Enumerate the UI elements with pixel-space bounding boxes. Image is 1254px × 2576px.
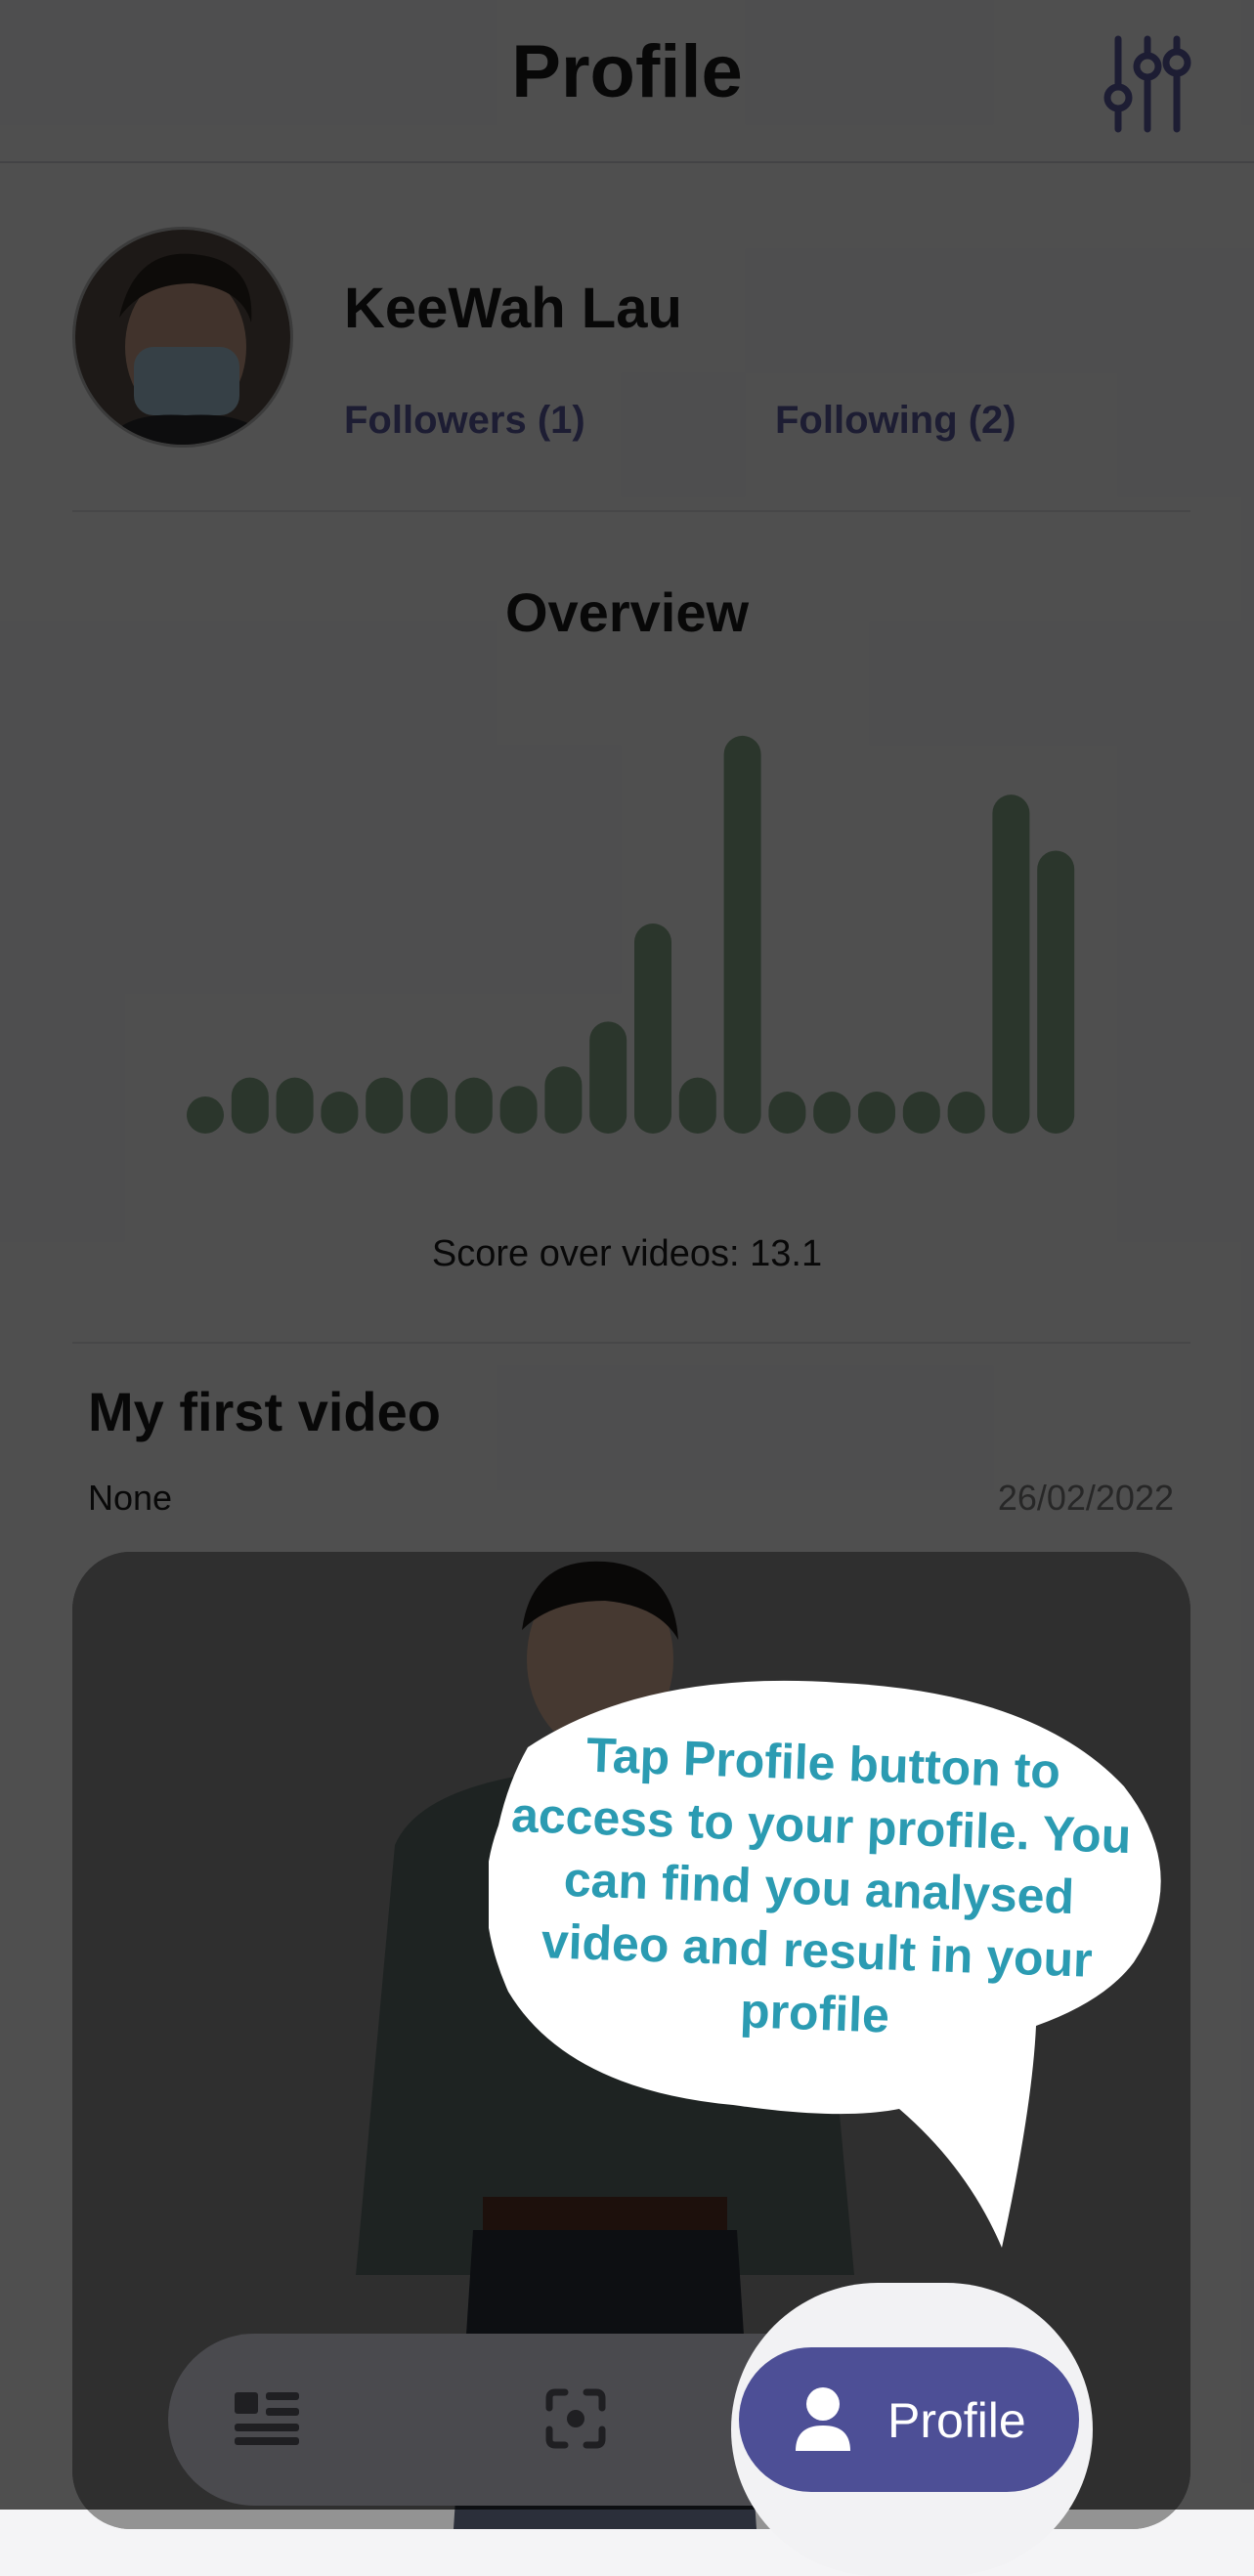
video-date: 26/02/2022 <box>997 1478 1174 1518</box>
page-title: Profile <box>511 30 743 113</box>
chart-bar <box>992 794 1030 1134</box>
overview-bar-chart <box>187 735 1075 1134</box>
tooltip-text: Tap Profile button to access to your pro… <box>510 1727 1133 2043</box>
video-title[interactable]: My first video <box>88 1380 441 1443</box>
chart-bar <box>813 1092 851 1134</box>
profile-tab-button[interactable]: Profile <box>739 2347 1079 2492</box>
sliders-icon[interactable] <box>1103 33 1192 135</box>
chart-bar <box>589 1021 627 1134</box>
chart-bar <box>678 1077 716 1134</box>
divider <box>72 1342 1190 1344</box>
user-name: KeeWah Lau <box>344 277 682 340</box>
profile-tab-label: Profile <box>887 2393 1026 2448</box>
feed-list-icon[interactable] <box>235 2390 299 2445</box>
chart-bar <box>768 1092 806 1134</box>
chart-bar <box>187 1096 224 1134</box>
chart-bar <box>276 1077 314 1134</box>
following-link[interactable]: Following (2) <box>775 399 1016 443</box>
followers-link[interactable]: Followers (1) <box>344 399 585 443</box>
chart-bar <box>544 1066 583 1134</box>
chart-bar <box>231 1077 269 1134</box>
chart-bar <box>723 735 761 1134</box>
chart-bar <box>902 1092 940 1134</box>
chart-bar <box>454 1077 493 1134</box>
chart-bar <box>947 1092 985 1134</box>
chart-bar <box>634 923 671 1134</box>
video-subtitle: None <box>88 1478 173 1518</box>
overview-title: Overview <box>504 581 750 643</box>
scan-icon[interactable] <box>545 2388 606 2449</box>
chart-bar <box>366 1077 404 1134</box>
score-summary: Score over videos: 13.1 <box>431 1233 823 1274</box>
profile-screen: Profile KeeWah Lau Followers (1) Followi… <box>0 0 1254 2576</box>
chart-bar <box>858 1092 895 1134</box>
header: Profile <box>0 0 1254 163</box>
divider <box>72 510 1190 512</box>
chart-bar <box>1037 850 1075 1134</box>
avatar <box>72 227 293 448</box>
chart-bar <box>321 1092 359 1134</box>
chart-bar <box>411 1077 448 1134</box>
chart-bar <box>499 1086 538 1134</box>
user-icon <box>796 2387 850 2451</box>
